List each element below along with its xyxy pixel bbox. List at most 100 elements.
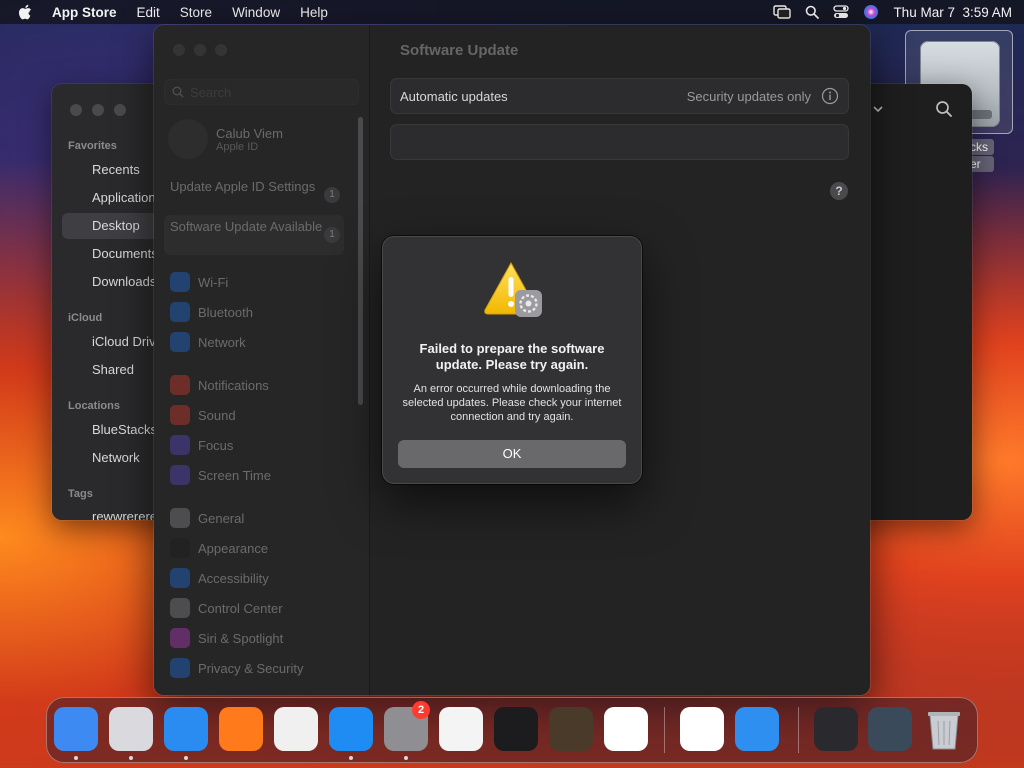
menu-help[interactable]: Help [300, 5, 328, 20]
notice-update-apple-id[interactable]: Update Apple ID Settings 1 [164, 175, 344, 215]
sidebar-item-label: Wi-Fi [198, 274, 229, 290]
sidebar-item-label: Appearance [198, 540, 269, 556]
wifi-icon [170, 272, 190, 292]
sidebar-item-bluetooth[interactable]: Bluetooth [170, 302, 253, 322]
weather-icon[interactable] [735, 707, 779, 751]
automatic-updates-value: Security updates only [686, 89, 811, 104]
running-indicator [129, 756, 133, 760]
trash-icon[interactable] [924, 707, 964, 751]
settings-search-field[interactable]: Search [164, 79, 359, 105]
screen-mirroring-icon[interactable] [773, 5, 792, 19]
sidebar-item-accessibility[interactable]: Accessibility [170, 568, 269, 588]
ok-button[interactable]: OK [398, 440, 626, 468]
sidebar-item-general[interactable]: General [170, 508, 244, 528]
chevron-down-icon[interactable] [872, 102, 884, 120]
textedit-icon[interactable] [439, 707, 483, 751]
sidebar-item-siri-spotlight[interactable]: Siri & Spotlight [170, 628, 283, 648]
spotlight-search-icon[interactable] [805, 5, 820, 19]
automatic-updates-label: Automatic updates [400, 89, 508, 104]
sidebar-item-network[interactable]: Network [170, 332, 246, 352]
sidebar-scrollbar[interactable] [358, 117, 363, 405]
minimize-button[interactable] [92, 104, 104, 116]
launchpad-icon[interactable] [109, 707, 153, 751]
sidebar-item-notifications[interactable]: Notifications [170, 375, 269, 395]
search-icon[interactable] [935, 100, 953, 123]
menu-bar: App Store Edit Store Window Help Thu Mar… [0, 0, 1024, 24]
speaker-icon [170, 405, 190, 425]
moon-icon [170, 435, 190, 455]
sidebar-item-focus[interactable]: Focus [170, 435, 233, 455]
zoom-button[interactable] [114, 104, 126, 116]
favorites-header: Favorites [68, 140, 117, 152]
running-indicator [74, 756, 78, 760]
visual-studio-icon[interactable] [680, 707, 724, 751]
control-center-icon[interactable] [833, 5, 850, 19]
appearance-icon [170, 538, 190, 558]
recent-window-thumbnail[interactable] [814, 707, 858, 751]
notification-badge: 2 [412, 701, 430, 719]
info-icon[interactable] [821, 87, 839, 110]
notice-software-update[interactable]: Software Update Available 1 [164, 215, 344, 255]
notice-label: Software Update Available [170, 219, 323, 234]
bell-icon [170, 375, 190, 395]
sidebar-item-sound[interactable]: Sound [170, 405, 236, 425]
finder-icon[interactable] [54, 707, 98, 751]
sidebar-item-label: Screen Time [198, 467, 271, 483]
update-status-row [390, 124, 849, 160]
running-indicator [349, 756, 353, 760]
sidebar-item-screen-time[interactable]: Screen Time [170, 465, 271, 485]
menu-app-name[interactable]: App Store [52, 5, 117, 20]
sidebar-item-label: Sound [198, 407, 236, 423]
window-controls [173, 44, 227, 56]
menu-store[interactable]: Store [180, 5, 212, 20]
siri-icon[interactable] [863, 4, 879, 20]
sidebar-item-label: Control Center [198, 600, 283, 616]
recent-window-thumbnail[interactable] [868, 707, 912, 751]
sidebar-item-label: Network [198, 334, 246, 350]
window-controls [70, 104, 126, 116]
close-button[interactable] [70, 104, 82, 116]
search-icon [172, 86, 184, 98]
vscode-icon[interactable] [604, 707, 648, 751]
running-indicator [404, 756, 408, 760]
clock[interactable]: Thu Mar 7 3:59 AM [893, 5, 1012, 20]
minimize-button[interactable] [194, 44, 206, 56]
notice-badge: 1 [324, 187, 340, 203]
automatic-updates-row[interactable]: Automatic updates Security updates only [390, 78, 849, 114]
zoom-button[interactable] [215, 44, 227, 56]
menu-edit[interactable]: Edit [137, 5, 160, 20]
icloud-header: iCloud [68, 312, 103, 324]
globe-icon [170, 332, 190, 352]
locations-header: Locations [68, 400, 120, 412]
apple-icon[interactable] [12, 4, 38, 20]
sidebar-item-privacy-security[interactable]: Privacy & Security [170, 658, 303, 678]
accessibility-icon [170, 568, 190, 588]
apple-id-account[interactable]: Calub Viem Apple ID [168, 119, 283, 159]
sidebar-item-appearance[interactable]: Appearance [170, 538, 268, 558]
chrome-icon[interactable] [274, 707, 318, 751]
hourglass-icon [170, 465, 190, 485]
sidebar-item-label: Notifications [198, 377, 269, 393]
warning-software-update-icon [482, 260, 544, 323]
tags-header: Tags [68, 488, 93, 500]
terminal-icon[interactable] [494, 707, 538, 751]
app-store-icon[interactable] [329, 707, 373, 751]
sidebar-item-label: Focus [198, 437, 234, 453]
sidebar-item-label: Siri & Spotlight [198, 630, 284, 646]
garageband-icon[interactable] [549, 707, 593, 751]
firefox-icon[interactable] [219, 707, 263, 751]
siri-icon [170, 628, 190, 648]
safari-icon[interactable] [164, 707, 208, 751]
close-button[interactable] [173, 44, 185, 56]
help-button[interactable]: ? [830, 182, 848, 200]
dock: 2 [46, 697, 978, 763]
sidebar-item-label: Privacy & Security [198, 660, 304, 676]
sidebar-item-wi-fi[interactable]: Wi-Fi [170, 272, 228, 292]
account-subtitle: Apple ID [216, 140, 259, 153]
running-indicator [184, 756, 188, 760]
menu-window[interactable]: Window [232, 5, 280, 20]
account-name: Calub Viem [216, 125, 283, 141]
bluetooth-icon [170, 302, 190, 322]
settings-sidebar: Search Calub Viem Apple ID Update Apple … [154, 25, 370, 695]
sidebar-item-control-center[interactable]: Control Center [170, 598, 283, 618]
